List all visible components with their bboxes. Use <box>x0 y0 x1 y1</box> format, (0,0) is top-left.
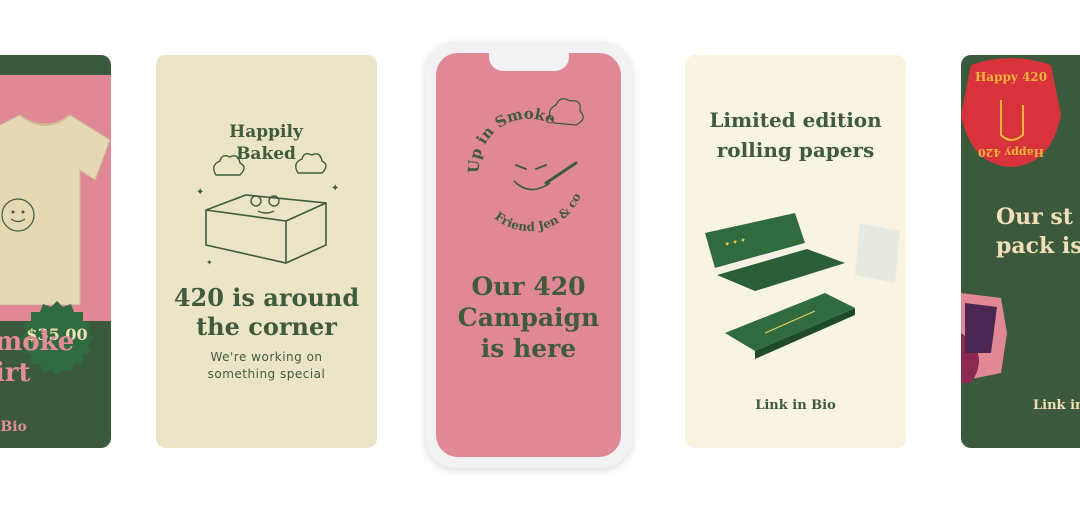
card-subtitle: We're working on something special <box>156 349 377 383</box>
sticker-pack-image <box>961 293 1007 383</box>
title-line: pack is <box>996 233 1080 259</box>
phone-title: Our 420 Campaign is here <box>436 271 621 364</box>
story-card-rolling-papers: Limited edition rolling papers ✦ ✦ ✦ Lin… <box>685 55 906 448</box>
up-in-smoke-emblem: Up in Smoke Friend Jen & co <box>465 98 584 234</box>
badge-text-baked: Baked <box>236 144 296 164</box>
card-title: Smoke hirt <box>0 327 111 389</box>
happy-420-sticker: Happy 420 Happy 420 <box>961 58 1061 167</box>
svg-text:✦: ✦ <box>196 187 204 198</box>
title-line: is here <box>480 334 577 363</box>
card-title: Our st pack is <box>996 203 1080 261</box>
title-line: rolling papers <box>716 138 875 162</box>
badge-text-happily: Happily <box>229 122 304 142</box>
phone-mockup: Up in Smoke Friend Jen & co Our 420 Camp… <box>425 42 632 468</box>
story-card-teaser: Happily Baked ✦ ✦ ✦ 420 is around the co… <box>156 55 377 448</box>
link-in-bio[interactable]: Link in Bio <box>685 398 906 413</box>
link-in-bio[interactable]: in Bio <box>0 419 27 435</box>
phone-screen: Up in Smoke Friend Jen & co Our 420 Camp… <box>436 53 621 457</box>
svg-text:✦: ✦ <box>206 258 213 267</box>
title-line: Our st <box>996 204 1073 230</box>
title-line: Campaign <box>457 303 600 332</box>
title-line: 420 is around <box>173 283 360 312</box>
title-line: Smoke <box>0 327 75 357</box>
title-line: the corner <box>196 312 337 341</box>
title-line: hirt <box>0 358 31 388</box>
title-line: Limited edition <box>709 108 882 132</box>
rolling-papers-image: ✦ ✦ ✦ <box>705 213 900 359</box>
sticker-text: Happy 420 <box>975 70 1047 84</box>
svg-text:Happy 420: Happy 420 <box>978 146 1044 159</box>
card-title: Limited edition rolling papers <box>685 105 906 165</box>
svg-text:Friend Jen & co: Friend Jen & co <box>492 191 584 234</box>
subtitle-line: something special <box>207 367 326 381</box>
link-in-bio[interactable]: Link in <box>1033 398 1080 413</box>
subtitle-line: We're working on <box>210 350 323 364</box>
title-line: Our 420 <box>471 272 586 301</box>
svg-text:✦: ✦ <box>331 183 339 194</box>
phone-notch <box>489 53 569 71</box>
tshirt-image <box>0 114 110 305</box>
story-card-tshirt: $35.00 Smoke hirt in Bio <box>0 55 111 448</box>
happily-baked-illustration: Happily Baked ✦ ✦ ✦ <box>196 122 339 267</box>
svg-text:Up in Smoke: Up in Smoke <box>465 105 559 174</box>
card-title: 420 is around the corner <box>156 283 377 341</box>
story-card-sticker-pack: Happy 420 Happy 420 Our st pack is Link … <box>961 55 1080 448</box>
